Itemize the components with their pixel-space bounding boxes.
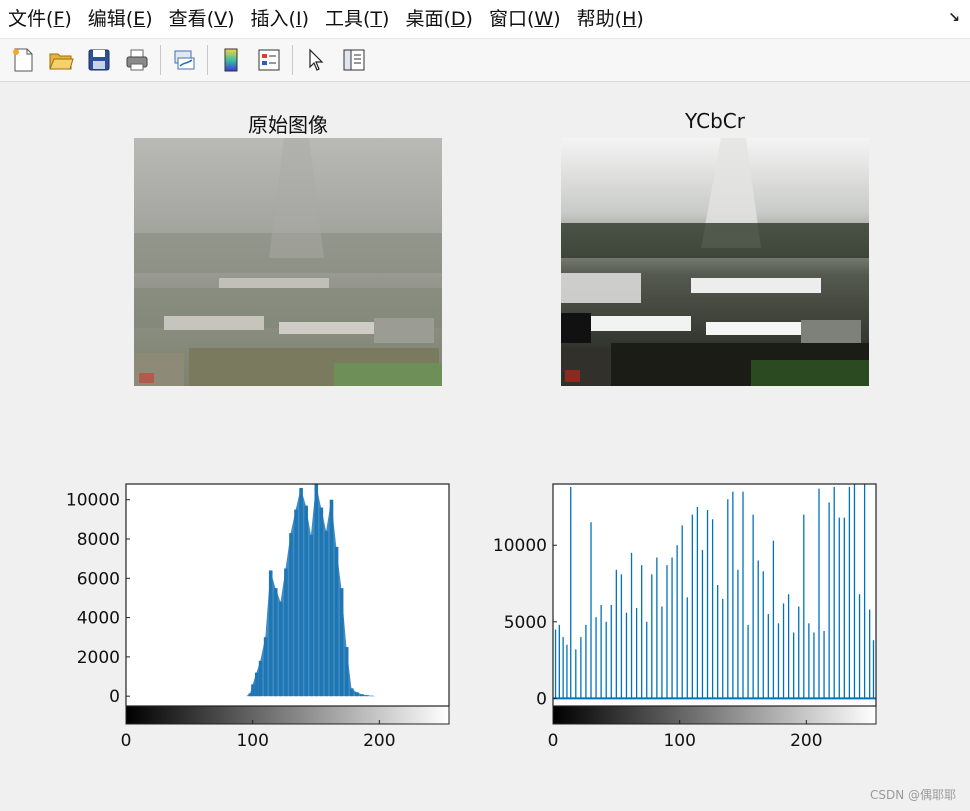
ycbcr-image-title: YCbCr [685,109,745,133]
menu-item-7[interactable]: 帮助(H) [569,0,652,38]
menu-item-3[interactable]: 插入(I) [243,0,317,38]
figure-canvas: 原始图像 YCbCr 0 2000 4000 6000 8000 10000 0… [0,83,970,811]
menu-label: 文件 [8,8,47,30]
menu-label: 帮助 [576,8,615,30]
gray-colorbar [125,705,450,725]
legend-icon[interactable] [254,45,284,75]
original-histogram-chart: 0 2000 4000 6000 8000 10000 0 100 200 [66,483,450,751]
menu-label: 编辑 [87,8,126,30]
ycbcr-histogram-chart: 0 5000 10000 0 100 200 [493,483,877,751]
link-plot-icon[interactable] [169,45,199,75]
y-tick-label: 0 [109,687,120,707]
menu-label: 插入 [250,8,289,30]
x-tick-label: 200 [363,731,395,751]
ycbcr-image [561,138,869,386]
menu-hotkey: F [53,8,65,30]
y-tick-label: 10000 [66,491,120,511]
gray-colorbar [552,705,877,725]
x-tick-label: 0 [548,731,559,751]
menu-hotkey: H [622,8,637,30]
menu-label: 桌面 [405,8,444,30]
toolbar-separator [207,45,208,75]
menu-hotkey: D [450,8,466,30]
menu-label: 查看 [168,8,207,30]
menu-hotkey: W [534,8,554,30]
menu-item-2[interactable]: 查看(V) [161,0,243,38]
property-inspector-icon[interactable] [339,45,369,75]
colorbar-icon[interactable] [216,45,246,75]
y-tick-label: 6000 [77,569,120,589]
menu-item-1[interactable]: 编辑(E) [80,0,161,38]
save-icon[interactable] [84,45,114,75]
menu-item-4[interactable]: 工具(T) [317,0,397,38]
y-tick-label: 4000 [77,609,120,629]
menu-label: 窗口 [488,8,527,30]
print-icon[interactable] [122,45,152,75]
menu-item-6[interactable]: 窗口(W) [481,0,569,38]
menu-bar: 文件(F) 编辑(E) 查看(V) 插入(I) 工具(T) 桌面(D) 窗口(W) 帮助(H) [0,0,970,39]
dock-figure-icon[interactable]: ↘ [948,10,960,26]
x-tick-label: 100 [236,731,268,751]
menu-label: 工具 [325,8,364,30]
menu-item-0[interactable]: 文件(F) [0,0,80,38]
x-tick-label: 200 [790,731,822,751]
toolbar-separator [160,45,161,75]
watermark: CSDN @偶耶耶 [869,788,956,802]
y-tick-label: 5000 [504,613,547,633]
y-tick-label: 0 [536,689,547,709]
figure-toolbar [0,39,970,82]
y-tick-label: 2000 [77,648,120,668]
menu-hotkey: T [370,8,383,30]
toolbar-separator [292,45,293,75]
open-file-icon[interactable] [46,45,76,75]
edit-plot-cursor-icon[interactable] [301,45,331,75]
menu-hotkey: E [133,8,146,30]
menu-hotkey: V [214,8,228,30]
x-tick-label: 0 [121,731,132,751]
menu-item-5[interactable]: 桌面(D) [397,0,481,38]
y-tick-label: 10000 [493,536,547,556]
original-image [134,138,442,386]
new-figure-icon[interactable] [8,45,38,75]
x-tick-label: 100 [663,731,695,751]
y-tick-label: 8000 [77,530,120,550]
original-image-title: 原始图像 [248,113,328,137]
